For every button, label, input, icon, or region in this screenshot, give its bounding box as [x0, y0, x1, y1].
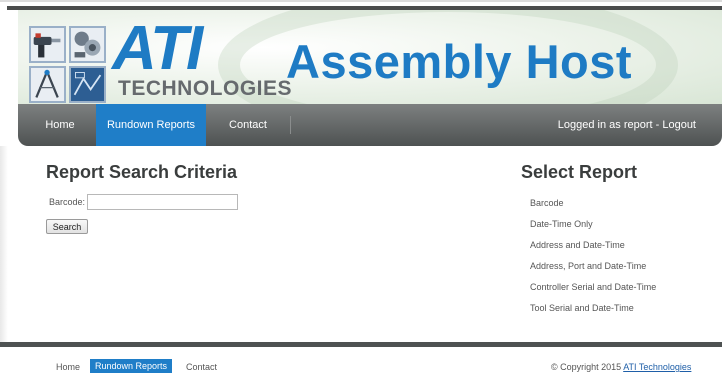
report-link-tool-serial-date-time[interactable]: Tool Serial and Date-Time: [530, 303, 656, 324]
copyright-link[interactable]: ATI Technologies: [623, 362, 691, 372]
report-link-barcode[interactable]: Barcode: [530, 198, 656, 219]
main-nav: Home Rundown Reports Contact Logged in a…: [18, 104, 722, 146]
footer-link-contact[interactable]: Contact: [186, 362, 217, 372]
search-criteria-title: Report Search Criteria: [46, 162, 238, 182]
blueprint-icon: [69, 66, 106, 103]
select-report-title: Select Report: [521, 162, 638, 182]
tool-bits-icon: [69, 26, 106, 63]
copyright: © Copyright 2015 ATI Technologies: [551, 362, 691, 372]
report-link-address-port-date-time[interactable]: Address, Port and Date-Time: [530, 261, 656, 282]
footer-link-home[interactable]: Home: [56, 362, 80, 372]
content-shadow: [0, 146, 8, 342]
report-link-controller-serial-date-time[interactable]: Controller Serial and Date-Time: [530, 282, 656, 303]
footer: Home Rundown Reports Contact © Copyright…: [0, 347, 722, 375]
logout-link[interactable]: Logged in as report - Logout: [558, 104, 696, 146]
app-title: Assembly Host: [286, 35, 633, 88]
logo-tiles: [29, 26, 107, 104]
nav-contact[interactable]: Contact: [212, 104, 284, 146]
nav-separator: [290, 116, 291, 134]
nav-rundown-reports[interactable]: Rundown Reports: [96, 104, 206, 146]
compass-icon: [29, 66, 66, 103]
footer-link-rundown-reports[interactable]: Rundown Reports: [90, 359, 173, 373]
brand-logo-text: ATI: [112, 14, 203, 83]
barcode-input[interactable]: [87, 194, 238, 210]
report-link-address-date-time[interactable]: Address and Date-Time: [530, 240, 656, 261]
report-link-date-time-only[interactable]: Date-Time Only: [530, 219, 656, 240]
drill-icon: [29, 26, 66, 63]
report-list: Barcode Date-Time Only Address and Date-…: [530, 198, 656, 324]
barcode-label: Barcode:: [49, 197, 86, 207]
copyright-text: © Copyright 2015: [551, 362, 622, 372]
top-border: [0, 0, 722, 2]
nav-home[interactable]: Home: [36, 104, 84, 146]
brand-logo-subtext: TECHNOLOGIES: [118, 77, 293, 100]
header-banner: ATI TECHNOLOGIES Assembly Host: [18, 10, 722, 104]
search-button[interactable]: Search: [46, 219, 88, 234]
